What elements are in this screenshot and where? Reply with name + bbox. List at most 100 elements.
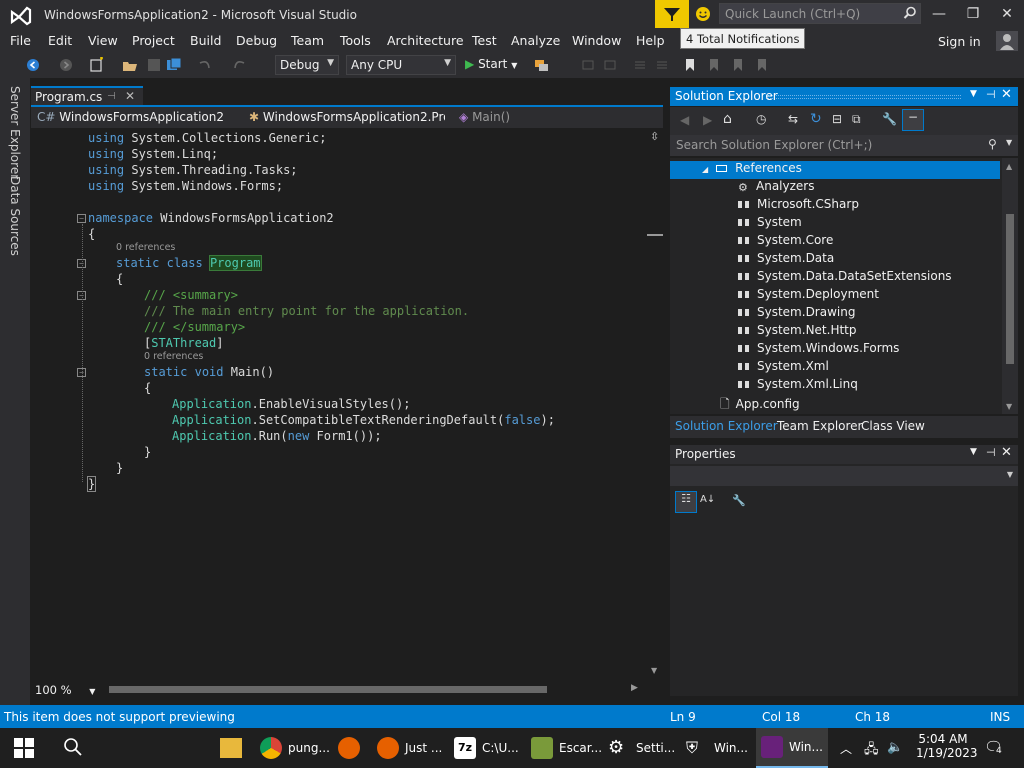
menu-build[interactable]: Build [190, 33, 221, 48]
collapse-all-icon[interactable]: ⊟ [832, 112, 842, 126]
menu-debug[interactable]: Debug [236, 33, 277, 48]
back-icon[interactable]: ◀ [680, 113, 689, 127]
close-icon[interactable]: ✕ [1001, 445, 1012, 460]
menu-analyze[interactable]: Analyze [511, 33, 560, 48]
user-account-icon[interactable] [996, 31, 1018, 51]
start-debugging-button[interactable]: ▶ Start ▼ [465, 57, 517, 71]
feedback-smiley-icon[interactable] [694, 5, 712, 23]
tab-class-view[interactable]: Class View [861, 419, 925, 433]
properties-object-dropdown[interactable]: ▼ [670, 466, 1018, 486]
search-icon[interactable] [903, 6, 917, 23]
tree-item-reference[interactable]: System [738, 215, 802, 233]
search-icon[interactable] [63, 737, 83, 760]
taskbar-app-escar[interactable]: Escar... [531, 728, 602, 768]
pin-icon[interactable]: ⊣ [986, 446, 996, 459]
notifications-flag-icon[interactable] [655, 0, 689, 28]
tab-solution-explorer[interactable]: Solution Explorer [675, 419, 778, 433]
menu-tools[interactable]: Tools [340, 33, 371, 48]
show-all-files-icon[interactable]: ⧉ [852, 112, 861, 127]
solution-explorer-search-input[interactable]: Search Solution Explorer (Ctrl+;) ⚲ ▼ [670, 135, 1018, 156]
step-over-icon[interactable] [602, 57, 618, 73]
tree-item-reference[interactable]: System.Deployment [738, 287, 879, 305]
editor-horizontal-scrollbar[interactable]: ▶ [31, 682, 663, 697]
project-dropdown[interactable]: C# WindowsFormsApplication2 [33, 108, 239, 127]
browser-link-icon[interactable] [533, 57, 549, 73]
taskbar-app-settings[interactable]: ⚙ Setti... [608, 728, 675, 768]
menu-team[interactable]: Team [291, 33, 324, 48]
home-icon[interactable]: ⌂ [723, 111, 732, 127]
taskbar-app-firefox-just[interactable]: Just ... [377, 728, 442, 768]
tree-item-analyzers[interactable]: ⚙ Analyzers [738, 179, 814, 197]
tree-item-reference[interactable]: System.Windows.Forms [738, 341, 899, 359]
bookmark-prev-icon[interactable] [706, 57, 722, 73]
tree-item-reference[interactable]: System.Drawing [738, 305, 855, 323]
categorized-icon[interactable]: ☷ [675, 491, 697, 513]
taskbar-app-7zip[interactable]: 7z C:\U... [454, 728, 519, 768]
pin-icon[interactable]: ⊣ [107, 91, 116, 102]
tree-item-reference[interactable]: System.Core [738, 233, 833, 251]
menu-test[interactable]: Test [472, 33, 497, 48]
scroll-down-arrow-icon[interactable]: ▼ [1006, 402, 1012, 411]
menu-window[interactable]: Window [572, 33, 621, 48]
scrollbar-thumb[interactable] [1006, 214, 1014, 364]
preview-selected-items-icon[interactable]: − [902, 109, 924, 131]
save-icon[interactable] [146, 57, 162, 73]
windows-start-icon[interactable] [14, 738, 34, 761]
navigate-back-icon[interactable] [25, 57, 41, 73]
uncomment-icon[interactable] [654, 57, 670, 73]
pending-changes-filter-icon[interactable]: ◷ [756, 112, 766, 126]
close-icon[interactable]: ✕ [1001, 87, 1012, 102]
tree-vertical-scrollbar[interactable]: ▲ ▼ [1002, 158, 1018, 414]
properties-wrench-icon[interactable]: 🔧 [882, 112, 897, 126]
forward-icon[interactable]: ▶ [703, 113, 712, 127]
window-position-icon[interactable]: ▼ [970, 447, 977, 457]
type-dropdown[interactable]: ✱ WindowsFormsApplication2.Program [245, 108, 445, 127]
menu-architecture[interactable]: Architecture [387, 33, 464, 48]
new-project-icon[interactable] [88, 57, 104, 73]
tree-item-reference[interactable]: System.Xml [738, 359, 829, 377]
data-sources-tab[interactable]: Data Sources [8, 176, 22, 256]
sync-with-active-document-icon[interactable]: ⇆ [788, 112, 798, 126]
redo-icon[interactable] [232, 57, 248, 73]
search-icon[interactable]: ⚲ [988, 137, 997, 151]
tree-item-app-config[interactable]: 🗋 App.config [720, 395, 800, 413]
close-icon[interactable]: ✕ [125, 89, 135, 103]
navigate-forward-icon[interactable] [58, 57, 74, 73]
taskbar-app-visual-studio[interactable]: Win... [756, 728, 828, 768]
clock[interactable]: 5:04 AM 1/19/2023 [916, 732, 978, 760]
taskbar-app-firefox[interactable] [338, 728, 366, 768]
undo-icon[interactable] [196, 57, 212, 73]
tree-item-reference[interactable]: System.Data [738, 251, 834, 269]
member-dropdown[interactable]: ◈ Main() [455, 108, 661, 127]
scroll-down-arrow-icon[interactable]: ▼ [651, 666, 657, 675]
property-pages-icon[interactable]: 🔧 [732, 494, 746, 507]
menu-file[interactable]: File [10, 33, 31, 48]
tree-item-reference[interactable]: Microsoft.CSharp [738, 197, 859, 215]
quick-launch-input[interactable]: Quick Launch (Ctrl+Q) [719, 3, 921, 24]
action-center-icon[interactable]: 🗨 4 [984, 738, 1004, 756]
comment-icon[interactable] [632, 57, 648, 73]
open-file-icon[interactable] [122, 57, 138, 73]
scrollbar-thumb[interactable] [647, 234, 663, 236]
solution-platform-dropdown[interactable]: Any CPU ▼ [346, 55, 456, 75]
save-all-icon[interactable] [166, 57, 182, 73]
sign-in-link[interactable]: Sign in [938, 34, 981, 49]
editor-vertical-scrollbar[interactable]: ⇳ ▼ [647, 128, 663, 680]
refresh-icon[interactable]: ↻ [810, 111, 822, 127]
collapse-namespace-icon[interactable]: − [77, 214, 86, 223]
step-icon[interactable] [580, 57, 596, 73]
bookmark-next-icon[interactable] [730, 57, 746, 73]
network-icon[interactable]: 🖧 [864, 740, 879, 762]
bookmark-icon[interactable] [682, 57, 698, 73]
server-explorer-tab[interactable]: Server Explorer [8, 86, 22, 179]
code-editor[interactable]: using System.Collections.Generic; using … [31, 128, 647, 680]
minimize-icon[interactable]: — [922, 0, 956, 28]
split-editor-icon[interactable]: ⇳ [650, 130, 659, 143]
menu-view[interactable]: View [88, 33, 118, 48]
file-explorer-icon[interactable] [220, 738, 242, 758]
bookmark-clear-icon[interactable] [754, 57, 770, 73]
scroll-right-arrow-icon[interactable]: ▶ [631, 683, 638, 693]
volume-icon[interactable]: 🔈 [887, 740, 903, 755]
menu-project[interactable]: Project [132, 33, 175, 48]
tree-item-references[interactable]: ◢ References [670, 161, 1000, 179]
